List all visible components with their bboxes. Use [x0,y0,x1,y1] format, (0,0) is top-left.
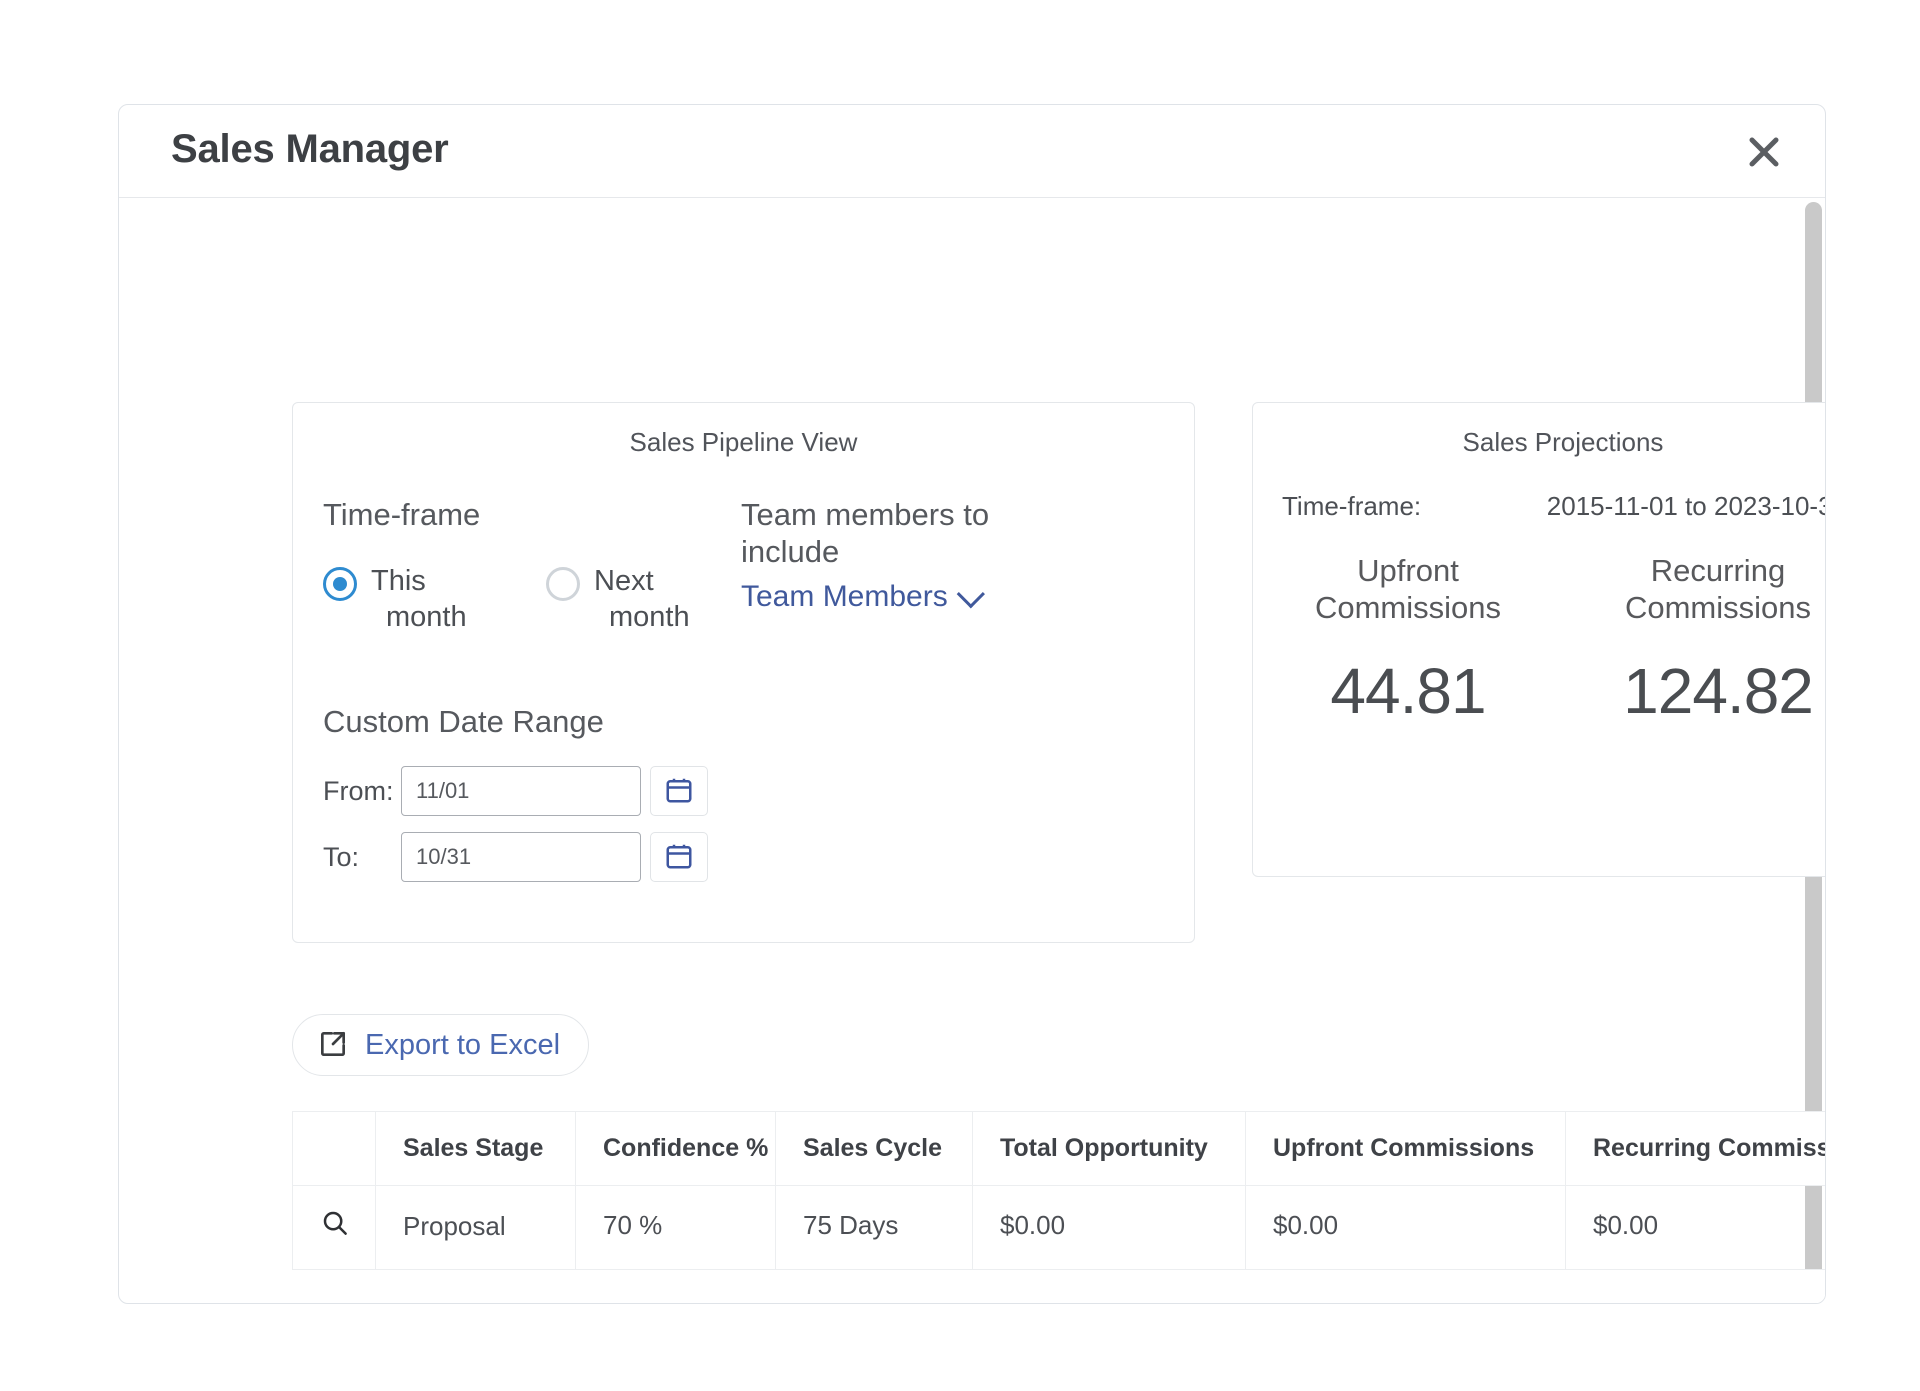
to-label: To: [323,841,360,872]
cell-confidence: 70 % [575,1185,776,1270]
pipeline-panel-title: Sales Pipeline View [629,427,858,457]
to-date-row: To: [323,832,708,882]
table-row-spacer [292,1269,1825,1303]
modal-header: Sales Manager [119,105,1825,198]
custom-date-range-label: Custom Date Range [323,704,604,739]
projections-timeframe-value: 2015-11-01 to 2023-10-31 [1546,491,1826,521]
sales-pipeline-view-panel: Sales Pipeline View Time-frame Team memb… [292,402,1195,943]
team-members-dropdown-label: Team Members [741,580,948,613]
table-row[interactable]: Proposal 70 % 75 Days $0.00 $0.00 $0.00 [292,1185,1825,1270]
close-icon [1747,135,1781,169]
sales-manager-modal: Sales Manager Sales Pipeline View Time-f… [118,104,1826,1304]
radio-next-month-label: Next month [594,565,690,634]
metric-recurring-value: 124.82 [1623,655,1814,728]
column-header-total-opportunity: Total Opportunity [972,1111,1246,1186]
column-header-icon [292,1111,376,1186]
team-members-dropdown[interactable]: Team Members [741,580,985,614]
export-share-icon [317,1028,349,1063]
cell-recurring-commissions: $0.00 [1565,1185,1825,1270]
radio-next-month-mark[interactable] [546,567,580,601]
from-date-input[interactable] [401,766,641,816]
column-header-upfront-commissions: Upfront Commissions [1245,1111,1566,1186]
projections-panel-title: Sales Projections [1462,427,1664,457]
column-header-sales-cycle: Sales Cycle [775,1111,973,1186]
from-label: From: [323,775,394,806]
metric-recurring-caption: Recurring Commissions [1624,553,1812,625]
cell-sales-stage: Proposal [375,1185,576,1270]
page-title: Sales Manager [171,127,449,171]
calendar-icon [664,841,694,874]
from-date-row: From: [323,766,708,816]
metric-upfront-commissions: Upfront Commissions 44.81 [1253,553,1563,728]
team-members-label: Team members to include [741,497,990,570]
calendar-icon [664,775,694,808]
chevron-down-icon [956,580,985,609]
search-icon [320,1211,350,1244]
projections-metrics: Upfront Commissions 44.81 Recurring Comm… [1253,553,1825,728]
sales-projections-panel: Sales Projections Time-frame: 2015-11-01… [1252,402,1826,877]
modal-body: Sales Pipeline View Time-frame Team memb… [119,198,1826,1303]
close-button[interactable] [1741,129,1787,175]
cell-sales-cycle: 75 Days [775,1185,973,1270]
column-header-sales-stage: Sales Stage [375,1111,576,1186]
radio-this-month-mark[interactable] [323,567,357,601]
row-search-button[interactable] [292,1185,376,1270]
metric-recurring-commissions: Recurring Commissions 124.82 [1563,553,1825,728]
metric-upfront-value: 44.81 [1330,655,1486,728]
column-header-confidence: Confidence % [575,1111,776,1186]
to-calendar-button[interactable] [650,832,708,882]
timeframe-radio-group: This month Next month [323,563,723,653]
cell-upfront-commissions: $0.00 [1245,1185,1566,1270]
column-header-recurring-commissions: Recurring Commissions [1565,1111,1825,1186]
sales-stage-table: Sales Stage Confidence % Sales Cycle Tot… [292,1111,1825,1303]
cell-total-opportunity: $0.00 [972,1185,1246,1270]
export-to-excel-button[interactable]: Export to Excel [292,1014,590,1076]
table-header-row: Sales Stage Confidence % Sales Cycle Tot… [292,1111,1825,1186]
radio-this-month-label: This month [371,565,467,634]
timeframe-label: Time-frame [323,497,481,532]
from-calendar-button[interactable] [650,766,708,816]
export-to-excel-label: Export to Excel [365,1028,561,1061]
metric-upfront-caption: Upfront Commissions [1314,553,1502,625]
to-date-input[interactable] [401,832,641,882]
projections-timeframe-label: Time-frame: [1282,491,1422,521]
